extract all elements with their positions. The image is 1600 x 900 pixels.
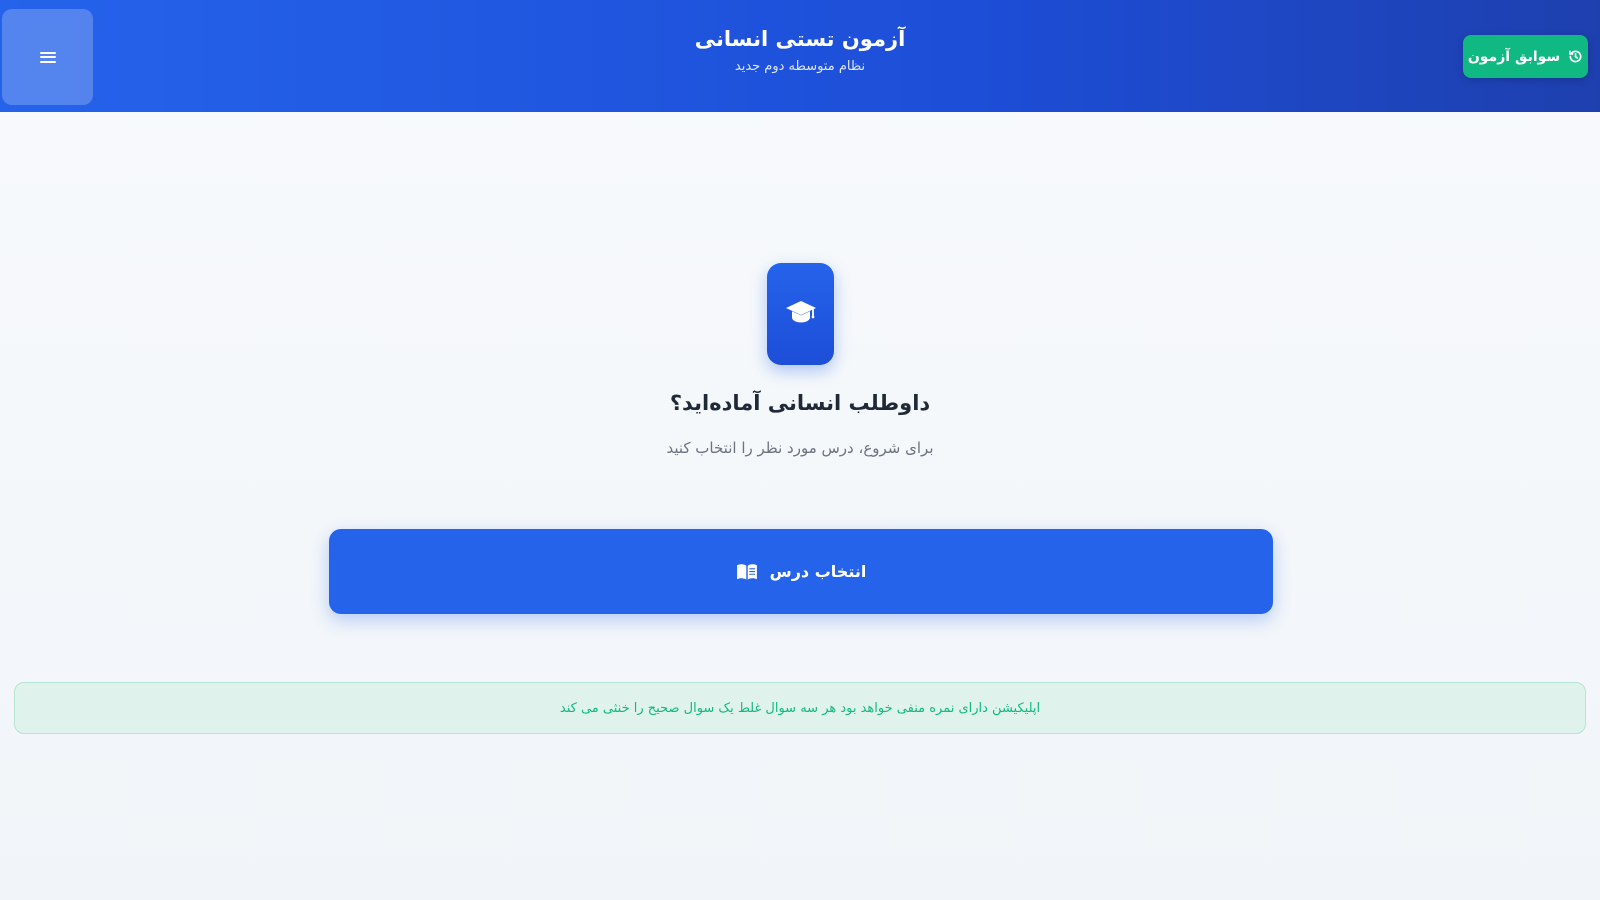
graduation-cap-icon: [785, 298, 817, 330]
history-icon: [1568, 49, 1583, 64]
header-titles: آزمون تستی انسانی نظام متوسطه دوم جدید: [600, 24, 1000, 76]
hero-subtitle: برای شروع، درس مورد نظر را انتخاب کنید: [666, 439, 934, 457]
book-icon: [736, 563, 758, 581]
hero-title: داوطلب انسانی آماده‌اید؟: [669, 391, 931, 415]
app-subtitle: نظام متوسطه دوم جدید: [734, 59, 866, 74]
exam-history-button[interactable]: سوابق آزمون: [1463, 35, 1588, 78]
negative-marking-notice: اپلیکیشن دارای نمره منفی خواهد بود هر سه…: [14, 682, 1586, 734]
select-course-button[interactable]: انتخاب درس: [329, 529, 1273, 614]
notice-text: اپلیکیشن دارای نمره منفی خواهد بود هر سه…: [559, 700, 1041, 716]
app-header: آزمون تستی انسانی نظام متوسطه دوم جدید س…: [0, 0, 1600, 112]
hamburger-icon: [39, 51, 56, 63]
exam-history-label: سوابق آزمون: [1467, 48, 1561, 65]
select-course-label: انتخاب درس: [769, 562, 867, 581]
menu-button[interactable]: [2, 9, 93, 105]
app-title: آزمون تستی انسانی: [694, 27, 906, 51]
hero-icon-box: [767, 263, 834, 365]
